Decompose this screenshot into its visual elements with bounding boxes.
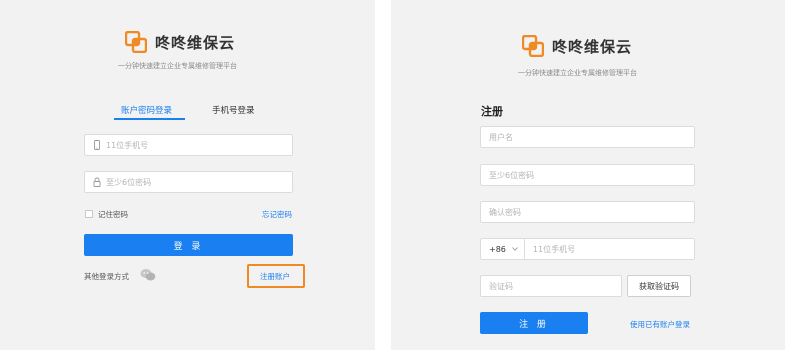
country-code-select[interactable]: +86 (489, 239, 525, 259)
logo-icon (125, 31, 147, 53)
remember-checkbox[interactable] (85, 210, 93, 218)
other-login-label: 其他登录方式 (84, 272, 129, 281)
chevron-down-icon (512, 247, 518, 251)
wechat-icon[interactable] (140, 268, 156, 282)
tab-account-password[interactable]: 账户密码登录 (121, 104, 172, 116)
password-input[interactable]: 至少6位密码 (480, 164, 695, 186)
verification-code-input[interactable]: 验证码 (480, 275, 622, 297)
confirm-password-input[interactable]: 确认密码 (480, 201, 695, 223)
slogan: 一分钟快速建立企业专属维修管理平台 (518, 69, 637, 77)
phone-placeholder: 11位手机号 (106, 140, 149, 150)
phone-input[interactable]: +86 11位手机号 (480, 238, 695, 260)
register-button[interactable]: 注 册 (480, 312, 588, 334)
register-panel: 咚咚维保云 一分钟快速建立企业专属维修管理平台 注册 用户名 至少6位密码 确认… (391, 0, 785, 350)
logo-icon (522, 35, 544, 57)
brand-name: 咚咚维保云 (155, 33, 236, 52)
verification-code-placeholder: 验证码 (489, 281, 513, 291)
username-input[interactable]: 用户名 (480, 126, 695, 148)
lock-icon (93, 177, 101, 187)
brand-name: 咚咚维保云 (552, 37, 633, 56)
remember-label: 记住密码 (98, 210, 128, 219)
phone-input[interactable]: 11位手机号 (84, 134, 293, 156)
login-existing-account-link[interactable]: 使用已有账户登录 (630, 319, 690, 330)
brand-header: 咚咚维保云 (125, 31, 235, 53)
register-account-link[interactable]: 注册账户 (260, 271, 290, 282)
country-code-value: +86 (489, 244, 506, 254)
slogan: 一分钟快速建立企业专属维修管理平台 (118, 62, 237, 70)
active-tab-underline (114, 118, 185, 120)
password-input[interactable]: 至少6位密码 (84, 171, 293, 193)
brand-header: 咚咚维保云 (522, 35, 632, 57)
password-placeholder: 至少6位密码 (106, 177, 152, 187)
forgot-password-link[interactable]: 忘记密码 (262, 209, 292, 220)
username-placeholder: 用户名 (489, 132, 513, 142)
password-placeholder: 至少6位密码 (489, 170, 535, 180)
login-button[interactable]: 登 录 (84, 234, 293, 256)
phone-placeholder: 11位手机号 (532, 244, 576, 254)
get-code-button[interactable]: 获取验证码 (627, 275, 691, 297)
register-title: 注册 (481, 105, 503, 118)
confirm-password-placeholder: 确认密码 (489, 207, 521, 217)
tab-phone[interactable]: 手机号登录 (212, 104, 255, 116)
login-panel: 咚咚维保云 一分钟快速建立企业专属维修管理平台 账户密码登录 手机号登录 11位… (0, 0, 375, 350)
phone-icon (94, 140, 100, 150)
